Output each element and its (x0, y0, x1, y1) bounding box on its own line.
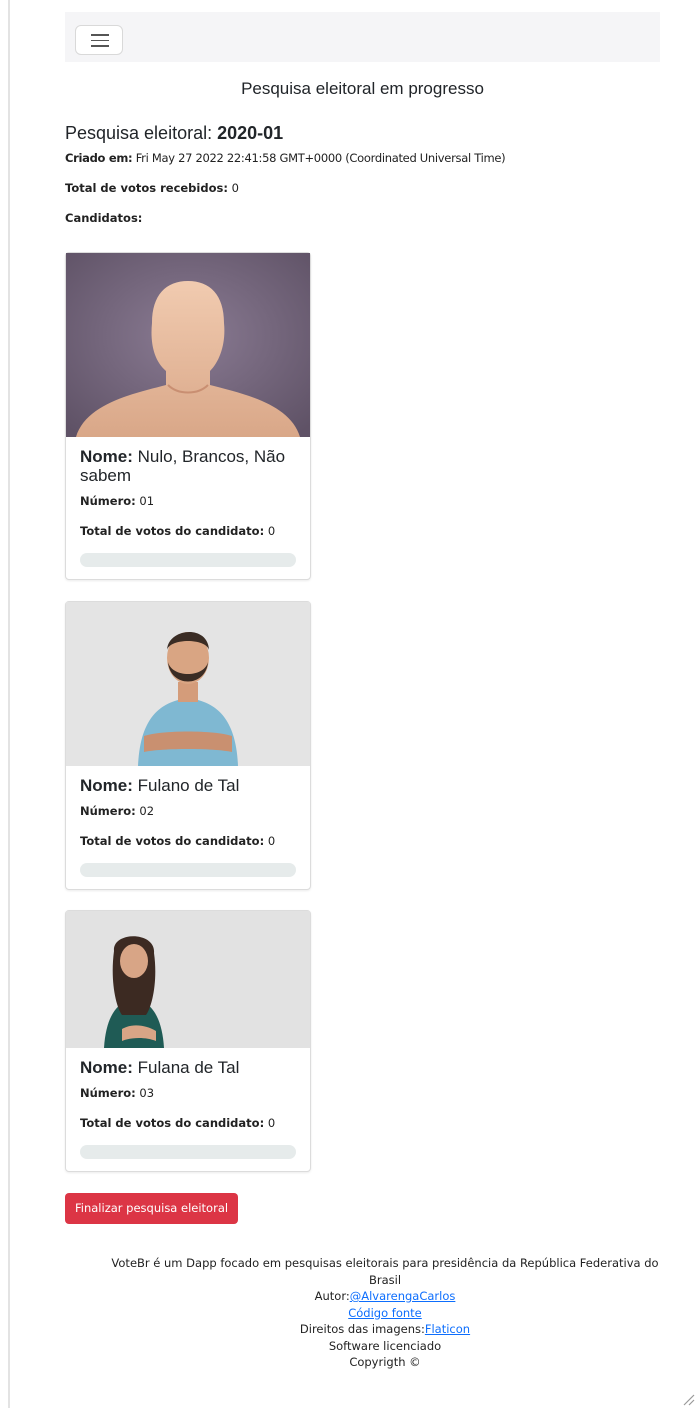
footer-source: Código fonte (65, 1305, 697, 1322)
candidate-votes: Total de votos do candidato: 0 (80, 1115, 296, 1131)
candidate-votes: Total de votos do candidato: 0 (80, 833, 296, 849)
page-footer: VoteBr é um Dapp focado em pesquisas ele… (65, 1255, 697, 1371)
page-heading: Pesquisa eleitoral em progresso (241, 79, 484, 98)
created-value: Fri May 27 2022 22:41:58 GMT+0000 (Coord… (132, 151, 506, 165)
footer-author: Autor:@AlvarengaCarlos (65, 1288, 697, 1305)
candidate-votes: Total de votos do candidato: 0 (80, 523, 296, 539)
candidates-label: Candidatos: (65, 211, 143, 225)
candidate-photo-man (66, 602, 310, 766)
poll-title: Pesquisa eleitoral: 2020-01 (65, 122, 660, 144)
candidate-card: Nome: Fulano de Tal Número: 02 Total de … (65, 601, 311, 890)
total-votes-label: Total de votos recebidos: (65, 181, 228, 195)
candidate-name-label: Nome: (80, 447, 133, 466)
total-votes-value: 0 (227, 181, 239, 195)
candidate-photo-woman (66, 911, 310, 1048)
candidate-card: Nome: Fulana de Tal Número: 03 Total de … (65, 910, 311, 1172)
candidate-card-body: Nome: Fulano de Tal Número: 02 Total de … (66, 766, 310, 889)
candidate-number: Número: 02 (80, 803, 296, 819)
hamburger-menu-icon (91, 34, 109, 36)
menu-toggle-button[interactable] (75, 25, 123, 55)
flaticon-link[interactable]: Flaticon (425, 1322, 470, 1336)
candidate-number-value: 01 (135, 494, 155, 508)
poll-id: 2020-01 (217, 123, 284, 143)
finish-poll-button[interactable]: Finalizar pesquisa eleitoral (65, 1193, 239, 1224)
footer-description: VoteBr é um Dapp focado em pesquisas ele… (111, 1256, 659, 1287)
candidates-heading: Candidatos: (65, 210, 660, 226)
candidate-progress-bar (80, 863, 296, 877)
hamburger-menu-icon-bar (91, 45, 109, 47)
candidate-progress-bar (80, 553, 296, 567)
author-link[interactable]: @AlvarengaCarlos (350, 1289, 456, 1303)
candidate-number-label: Número: (80, 1086, 136, 1100)
total-votes: Total de votos recebidos: 0 (65, 180, 660, 196)
candidate-votes-label: Total de votos do candidato: (80, 834, 265, 848)
footer-image-rights: Direitos das imagens:Flaticon (65, 1321, 697, 1338)
main-content: Pesquisa eleitoral em progresso Pesquisa… (65, 62, 660, 226)
candidate-name-label: Nome: (80, 1058, 133, 1077)
candidate-card-body: Nome: Fulana de Tal Número: 03 Total de … (66, 1048, 310, 1171)
footer-author-label: Autor: (314, 1289, 350, 1303)
page-left-border (8, 0, 10, 1408)
candidate-votes-label: Total de votos do candidato: (80, 524, 265, 538)
candidate-name-value: Fulana de Tal (132, 1058, 240, 1077)
created-at: Criado em: Fri May 27 2022 22:41:58 GMT+… (65, 150, 660, 166)
top-navbar (65, 12, 660, 62)
created-label: Criado em: (65, 151, 133, 165)
candidate-number: Número: 01 (80, 493, 296, 509)
resize-grip-icon[interactable] (681, 1392, 695, 1406)
footer-license: Software licenciado (328, 1338, 442, 1353)
candidate-name: Nome: Fulano de Tal (80, 776, 296, 795)
candidate-photo-mannequin (66, 253, 310, 437)
candidate-number-value: 03 (135, 1086, 155, 1100)
candidate-name: Nome: Fulana de Tal (80, 1058, 296, 1077)
candidate-votes-value: 0 (264, 1116, 276, 1130)
candidate-number-value: 02 (135, 804, 155, 818)
hamburger-menu-icon-bar (91, 39, 109, 41)
candidate-number-label: Número: (80, 804, 136, 818)
candidate-votes-value: 0 (264, 524, 276, 538)
poll-title-label: Pesquisa eleitoral: (65, 123, 218, 143)
image-rights-label: Direitos das imagens: (299, 1322, 425, 1336)
candidate-name: Nome: Nulo, Brancos, Não sabem (80, 447, 296, 485)
candidate-name-value: Fulano de Tal (132, 776, 240, 795)
footer-copyright: Copyrigth © (349, 1355, 421, 1369)
candidate-name-label: Nome: (80, 776, 133, 795)
candidate-number-label: Número: (80, 494, 136, 508)
candidate-card-body: Nome: Nulo, Brancos, Não sabem Número: 0… (66, 437, 310, 579)
source-code-link[interactable]: Código fonte (348, 1306, 422, 1320)
candidate-votes-label: Total de votos do candidato: (80, 1116, 265, 1130)
candidate-number: Número: 03 (80, 1085, 296, 1101)
candidate-votes-value: 0 (264, 834, 276, 848)
candidate-card: Nome: Nulo, Brancos, Não sabem Número: 0… (65, 252, 311, 580)
candidate-progress-bar (80, 1145, 296, 1159)
